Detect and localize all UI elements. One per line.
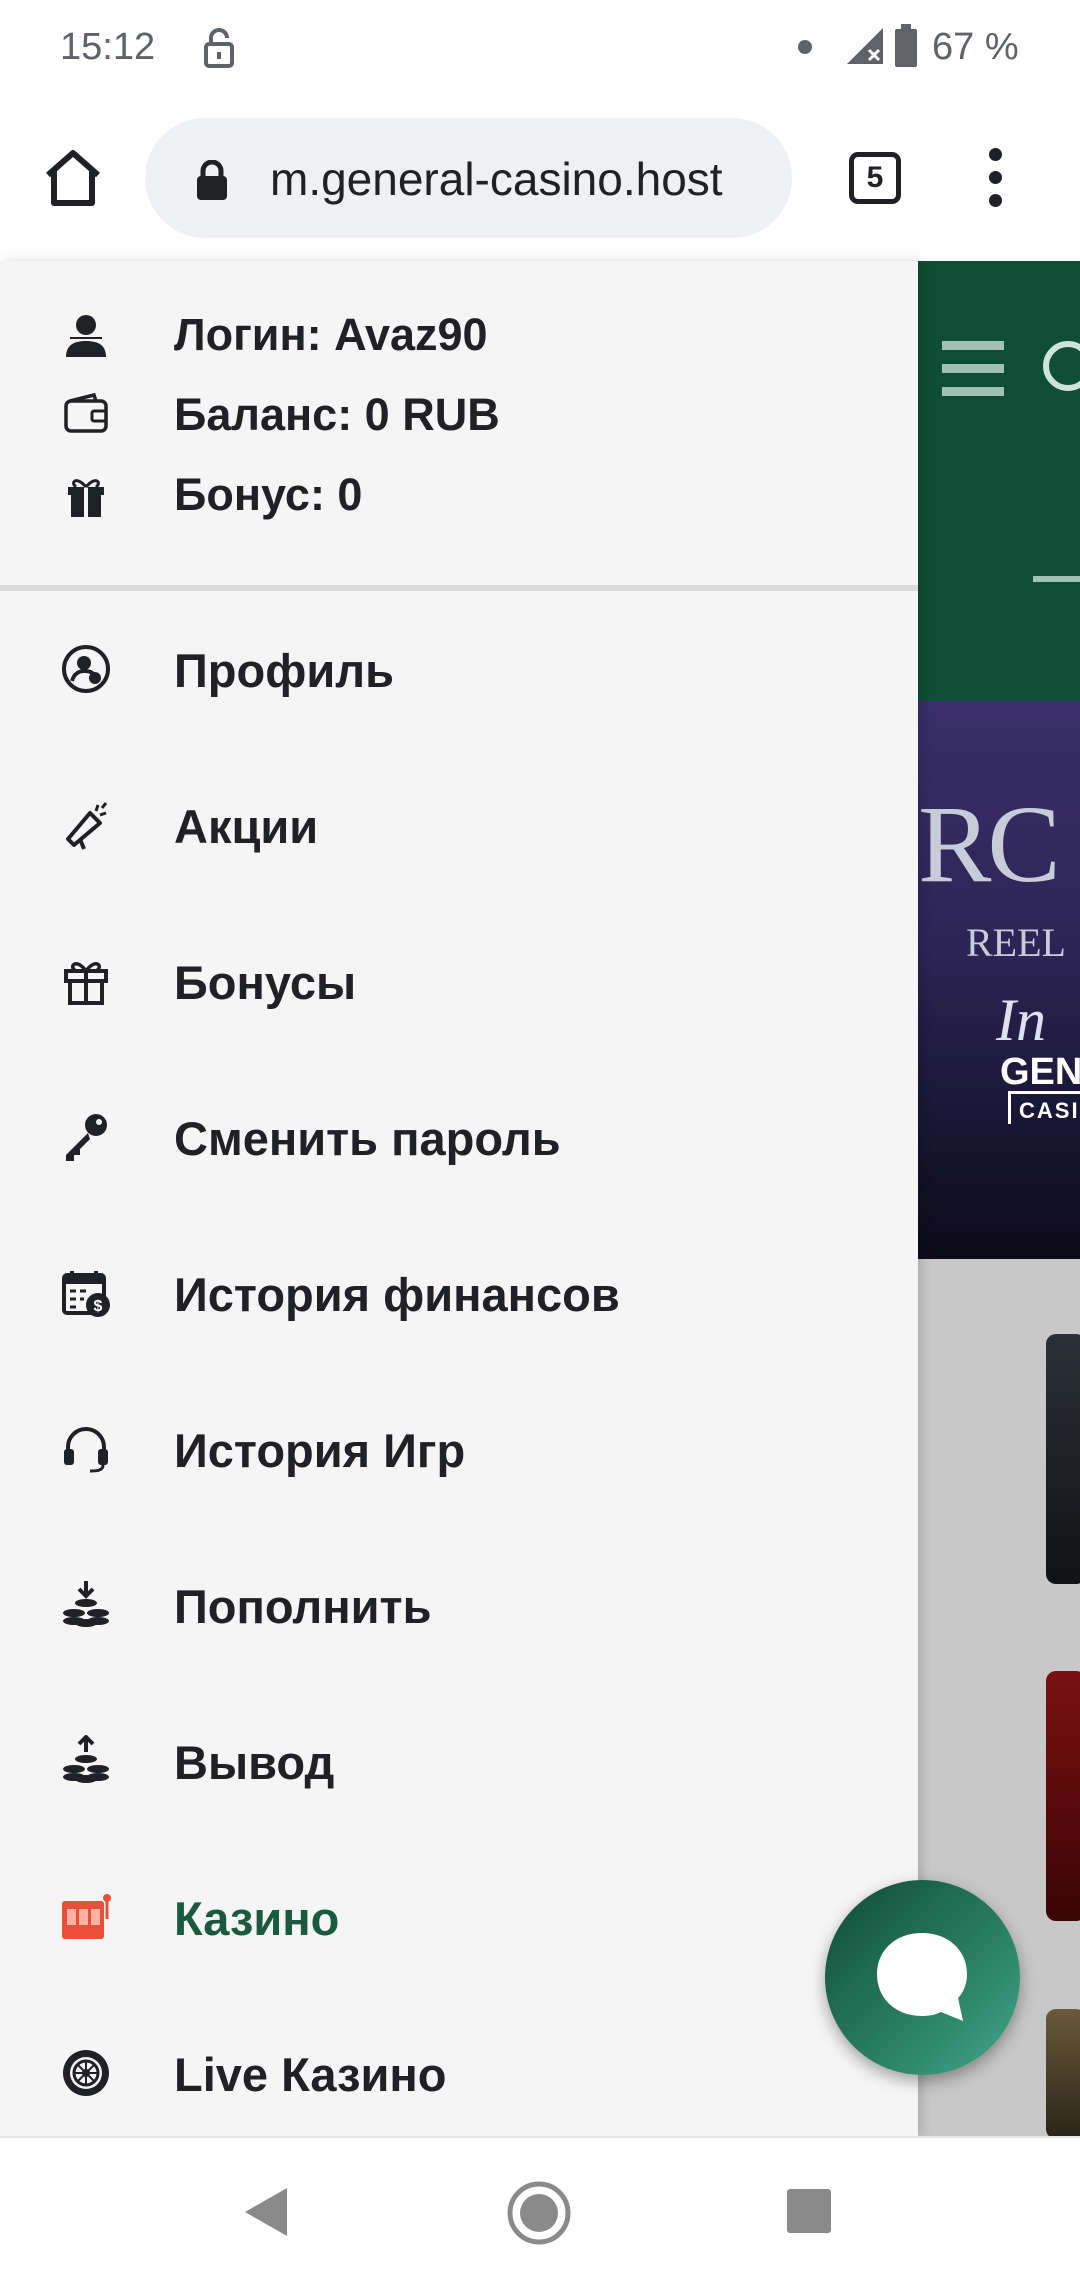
menu-item-change-password[interactable]: Сменить пароль (0, 1059, 918, 1215)
account-bonus-row: Бонус: 0 (0, 453, 918, 533)
home-nav-icon[interactable] (506, 2180, 572, 2246)
banner-brand: GEN (1000, 1051, 1080, 1093)
calendar-dollar-icon: $ (62, 1271, 110, 1317)
coins-withdraw-icon (63, 1735, 109, 1783)
notification-dot-icon (798, 40, 812, 54)
slot-machine-icon (62, 1894, 111, 1939)
profile-icon (62, 645, 110, 693)
menu-item-label: Вывод (174, 1736, 335, 1789)
account-balance-row: Баланс: 0 RUB (0, 373, 918, 453)
chat-button[interactable] (825, 1880, 1020, 2075)
menu-item-label: Казино (174, 1892, 340, 1945)
svg-text:$: $ (94, 1298, 103, 1315)
menu-item-live-casino[interactable]: Live Казино (0, 1995, 918, 2136)
menu-item-bonuses[interactable]: Бонусы (0, 903, 918, 1059)
promo-banner[interactable]: RC REEL In GEN CASIN (918, 701, 1080, 1259)
banner-title: RC (918, 783, 1061, 905)
tab-switcher-button[interactable]: 5 (849, 152, 901, 204)
overflow-menu-icon[interactable] (980, 148, 1010, 208)
megaphone-icon (66, 802, 108, 850)
menu-item-withdraw[interactable]: Вывод (0, 1683, 918, 1839)
menu-item-label: Бонусы (174, 956, 357, 1009)
wallet-icon (64, 392, 108, 433)
game-thumbnail[interactable] (1046, 1334, 1080, 1584)
address-bar[interactable]: m.general-casino.host (145, 118, 792, 238)
game-thumbnail[interactable] (1046, 2009, 1080, 2139)
site-header (918, 261, 1080, 701)
headset-icon (64, 1427, 108, 1473)
battery-percent: 67 % (932, 26, 1019, 68)
gift-icon (68, 479, 104, 517)
search-icon[interactable] (1043, 341, 1080, 391)
menu-item-label: Пополнить (174, 1580, 432, 1633)
lock-icon (204, 28, 234, 68)
menu-item-label: Акции (174, 800, 319, 853)
menu-item-promotions[interactable]: Акции (0, 747, 918, 903)
url-text: m.general-casino.host (270, 153, 723, 205)
menu-item-label: Сменить пароль (174, 1112, 561, 1165)
menu-item-game-history[interactable]: История Игр (0, 1371, 918, 1527)
coins-deposit-icon (63, 1581, 109, 1627)
system-nav-bar (0, 2136, 1080, 2280)
menu-item-label: Live Казино (174, 2048, 447, 2101)
user-icon (66, 315, 106, 357)
side-drawer: Логин: Avaz90 Баланс: 0 RUB Бонус: 0 Про… (0, 261, 918, 2136)
banner-brand-sub: CASIN (1008, 1091, 1080, 1124)
banner-subtitle: REEL (966, 920, 1066, 965)
back-icon[interactable] (243, 2186, 289, 2238)
signal-icon (847, 28, 883, 64)
status-bar: 15:12 67 % (0, 0, 1080, 96)
account-login-row: Логин: Avaz90 (0, 293, 918, 373)
bonus-text: Бонус: 0 (174, 469, 363, 520)
game-thumbnail[interactable] (1046, 1671, 1080, 1921)
header-underline (1033, 576, 1080, 582)
menu-item-label: История Игр (174, 1424, 466, 1477)
menu-item-profile[interactable]: Профиль (0, 591, 918, 747)
balance-text: Баланс: 0 RUB (174, 389, 500, 440)
login-text: Логин: Avaz90 (174, 309, 488, 360)
banner-in-text: In (996, 987, 1046, 1053)
menu-item-casino[interactable]: Казино (0, 1839, 918, 1995)
browser-toolbar: m.general-casino.host 5 (0, 96, 1080, 261)
battery-icon (895, 24, 917, 67)
status-time: 15:12 (60, 26, 156, 68)
chat-bubble-icon (877, 1933, 967, 2021)
menu-item-label: Профиль (174, 644, 394, 697)
menu-item-label: История финансов (174, 1268, 620, 1321)
roulette-icon (63, 2050, 109, 2096)
menu-item-finance-history[interactable]: $ История финансов (0, 1215, 918, 1371)
key-icon (66, 1114, 107, 1161)
menu-item-deposit[interactable]: Пополнить (0, 1527, 918, 1683)
home-icon[interactable] (40, 145, 106, 211)
secure-lock-icon (197, 160, 227, 200)
hamburger-icon[interactable] (942, 341, 1004, 396)
gift-icon (64, 962, 108, 1005)
recents-icon[interactable] (786, 2188, 832, 2234)
